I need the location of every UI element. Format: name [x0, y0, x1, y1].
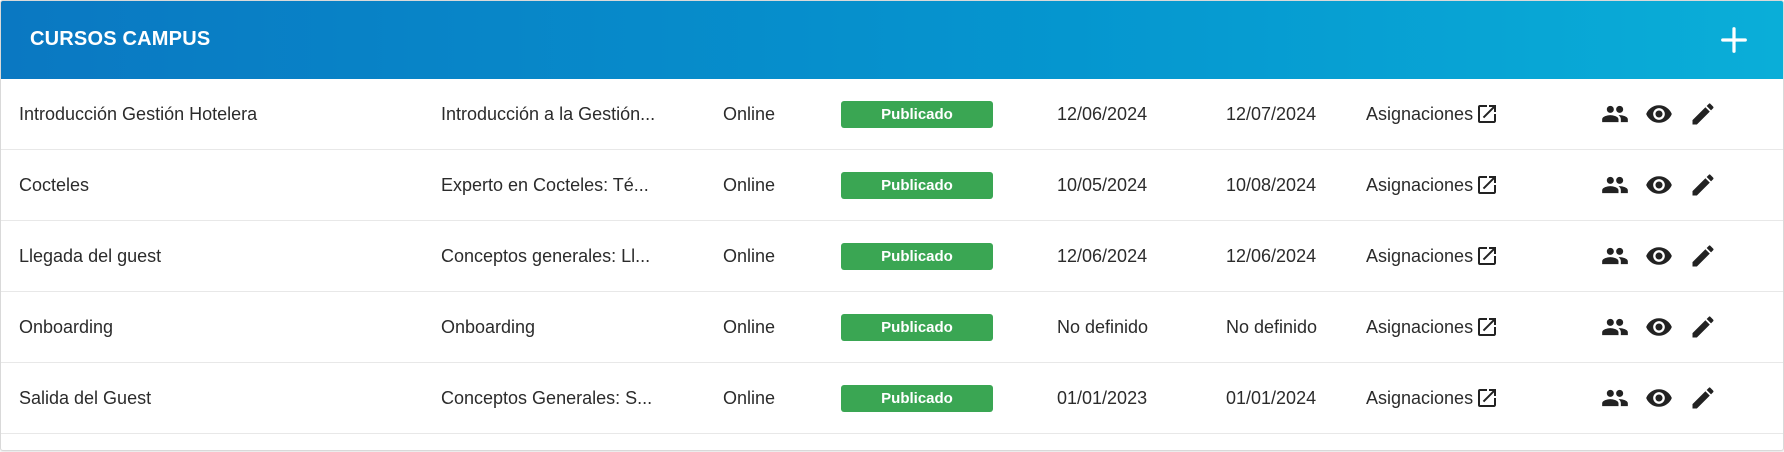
- start-date: 12/06/2024: [1057, 103, 1148, 124]
- group-icon[interactable]: [1601, 100, 1629, 128]
- course-mode: Online: [723, 316, 776, 337]
- course-description: Onboarding: [441, 316, 536, 337]
- group-icon[interactable]: [1601, 384, 1629, 412]
- assignments-label: Asignaciones: [1366, 316, 1474, 337]
- start-date: 01/01/2023: [1057, 387, 1148, 408]
- add-course-button[interactable]: [1719, 25, 1749, 55]
- page-title: CURSOS CAMPUS: [30, 28, 211, 50]
- start-date: 12/06/2024: [1057, 245, 1148, 266]
- table-row: Cocteles Experto en Cocteles: Té... Onli…: [1, 150, 1783, 221]
- assignments-label: Asignaciones: [1366, 174, 1474, 195]
- course-name: Cocteles: [19, 174, 90, 195]
- group-icon[interactable]: [1601, 171, 1629, 199]
- assignments-link[interactable]: Asignaciones: [1366, 221, 1499, 291]
- status-cell: Publicado: [841, 221, 993, 291]
- status-badge: Publicado: [841, 171, 993, 199]
- end-date: 12/07/2024: [1226, 103, 1317, 124]
- course-name: Introducción Gestión Hotelera: [19, 103, 258, 124]
- start-date: 10/05/2024: [1057, 174, 1148, 195]
- end-date: 10/08/2024: [1226, 174, 1317, 195]
- course-name: Salida del Guest: [19, 387, 152, 408]
- assignments-link[interactable]: Asignaciones: [1366, 363, 1499, 433]
- assignments-label: Asignaciones: [1366, 387, 1474, 408]
- course-mode: Online: [723, 174, 776, 195]
- course-mode: Online: [723, 245, 776, 266]
- courses-table: Introducción Gestión Hotelera Introducci…: [1, 79, 1783, 434]
- external-link-icon: [1475, 244, 1499, 268]
- row-actions: [1601, 150, 1733, 220]
- assignments-link[interactable]: Asignaciones: [1366, 292, 1499, 362]
- start-date: No definido: [1057, 316, 1149, 337]
- course-description: Introducción a la Gestión...: [441, 103, 656, 124]
- eye-icon[interactable]: [1645, 100, 1673, 128]
- external-link-icon: [1475, 315, 1499, 339]
- group-icon[interactable]: [1601, 313, 1629, 341]
- pencil-icon[interactable]: [1689, 242, 1717, 270]
- row-actions: [1601, 363, 1733, 433]
- table-row: Salida del Guest Conceptos Generales: S.…: [1, 363, 1783, 434]
- external-link-icon: [1475, 173, 1499, 197]
- course-description: Experto en Cocteles: Té...: [441, 174, 649, 195]
- eye-icon[interactable]: [1645, 313, 1673, 341]
- assignments-label: Asignaciones: [1366, 245, 1474, 266]
- course-description: Conceptos generales: Ll...: [441, 245, 651, 266]
- eye-icon[interactable]: [1645, 384, 1673, 412]
- status-cell: Publicado: [841, 79, 993, 149]
- pencil-icon[interactable]: [1689, 313, 1717, 341]
- assignments-label: Asignaciones: [1366, 103, 1474, 124]
- end-date: 01/01/2024: [1226, 387, 1317, 408]
- status-badge: Publicado: [841, 242, 993, 270]
- course-name: Onboarding: [19, 316, 114, 337]
- status-badge: Publicado: [841, 313, 993, 341]
- external-link-icon: [1475, 386, 1499, 410]
- course-mode: Online: [723, 387, 776, 408]
- course-mode: Online: [723, 103, 776, 124]
- table-row: Introducción Gestión Hotelera Introducci…: [1, 79, 1783, 150]
- end-date: No definido: [1226, 316, 1318, 337]
- status-cell: Publicado: [841, 363, 993, 433]
- table-row: Onboarding Onboarding Online Publicado N…: [1, 292, 1783, 363]
- row-actions: [1601, 292, 1733, 362]
- pencil-icon[interactable]: [1689, 171, 1717, 199]
- courses-card: CURSOS CAMPUS Introducción Gestión Hotel…: [0, 0, 1784, 451]
- course-name: Llegada del guest: [19, 245, 162, 266]
- assignments-link[interactable]: Asignaciones: [1366, 79, 1499, 149]
- row-actions: [1601, 221, 1733, 291]
- row-actions: [1601, 79, 1733, 149]
- eye-icon[interactable]: [1645, 242, 1673, 270]
- status-badge: Publicado: [841, 384, 993, 412]
- status-cell: Publicado: [841, 150, 993, 220]
- card-header: CURSOS CAMPUS: [1, 1, 1783, 79]
- plus-icon: [1721, 27, 1747, 53]
- status-cell: Publicado: [841, 292, 993, 362]
- status-badge: Publicado: [841, 100, 993, 128]
- end-date: 12/06/2024: [1226, 245, 1317, 266]
- external-link-icon: [1475, 102, 1499, 126]
- course-description: Conceptos Generales: S...: [441, 387, 653, 408]
- table-row: Llegada del guest Conceptos generales: L…: [1, 221, 1783, 292]
- group-icon[interactable]: [1601, 242, 1629, 270]
- pencil-icon[interactable]: [1689, 100, 1717, 128]
- assignments-link[interactable]: Asignaciones: [1366, 150, 1499, 220]
- eye-icon[interactable]: [1645, 171, 1673, 199]
- pencil-icon[interactable]: [1689, 384, 1717, 412]
